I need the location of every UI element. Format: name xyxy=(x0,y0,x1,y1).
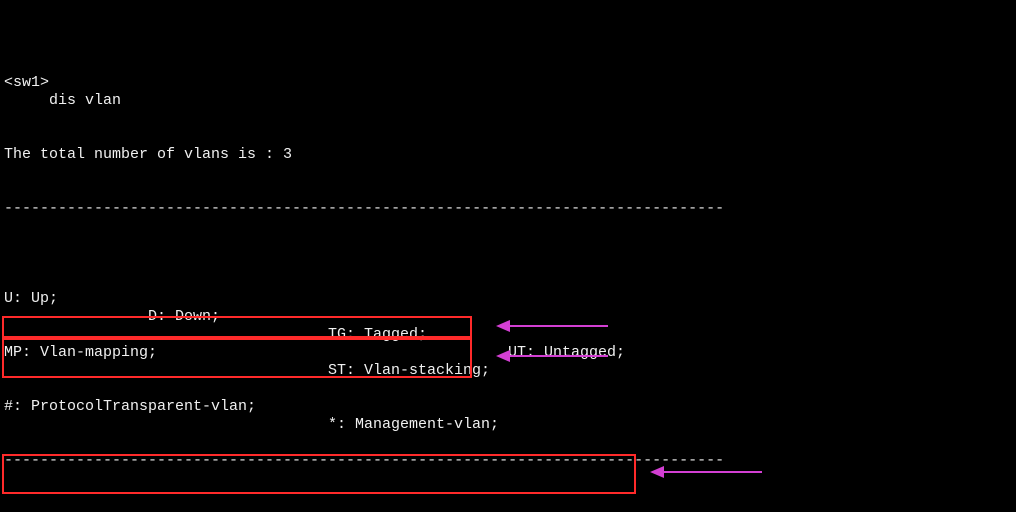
blank xyxy=(4,506,1012,512)
command-text: dis vlan xyxy=(49,92,121,110)
summary-line: The total number of vlans is : 3 xyxy=(4,128,1012,146)
legend-line-3: #: ProtocolTransparent-vlan; *: Manageme… xyxy=(4,380,1012,398)
divider: ----------------------------------------… xyxy=(4,200,1012,218)
divider: ----------------------------------------… xyxy=(4,452,1012,470)
legend-line-2: MP: Vlan-mapping; ST: Vlan-stacking; xyxy=(4,326,1012,344)
legend-line-1: U: Up; D: Down; TG: Tagged; UT: Untagged… xyxy=(4,272,1012,290)
prompt: <sw1> xyxy=(4,74,49,92)
prompt-line[interactable]: <sw1> dis vlan xyxy=(4,56,1012,74)
terminal: <sw1> dis vlan The total number of vlans… xyxy=(0,0,1016,512)
